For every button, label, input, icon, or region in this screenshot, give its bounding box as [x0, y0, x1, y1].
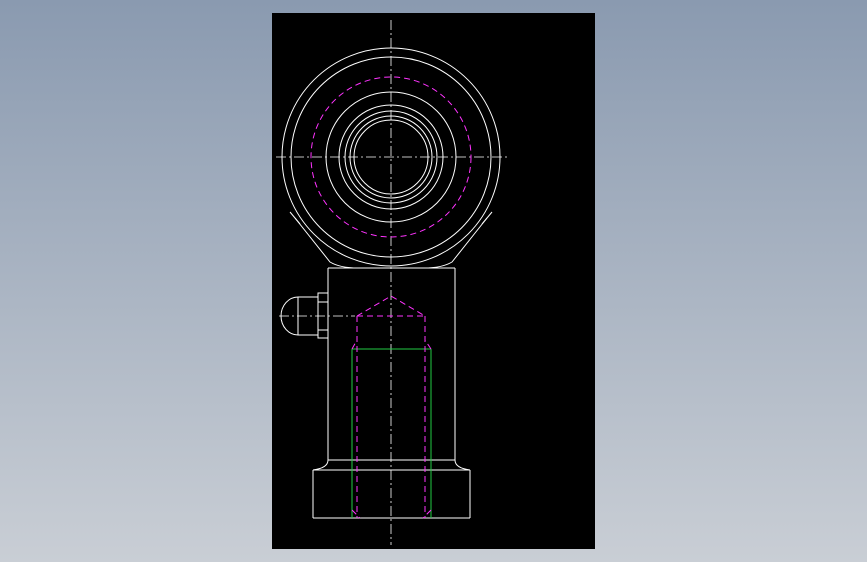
centerlines	[276, 20, 509, 545]
thread-chamfer-left	[351, 339, 358, 350]
thread-layer	[351, 348, 432, 518]
collar-top-left-fillet	[312, 459, 329, 471]
cad-viewport[interactable]	[0, 0, 867, 562]
drawing-sheet[interactable]	[272, 13, 595, 549]
grease-nipple	[280, 292, 329, 339]
nipple-hex-body	[317, 292, 329, 339]
collar-top-right-fillet	[454, 459, 471, 471]
eye-left-flank	[294, 217, 359, 269]
bottom-chamfer-right	[422, 509, 432, 519]
hex-collar	[312, 459, 471, 519]
bottom-chamfer-left	[351, 509, 361, 519]
technical-drawing	[276, 20, 509, 545]
thread-chamfer-right	[424, 339, 432, 350]
eye-right-flank	[423, 217, 488, 269]
outline-layer	[280, 47, 501, 519]
